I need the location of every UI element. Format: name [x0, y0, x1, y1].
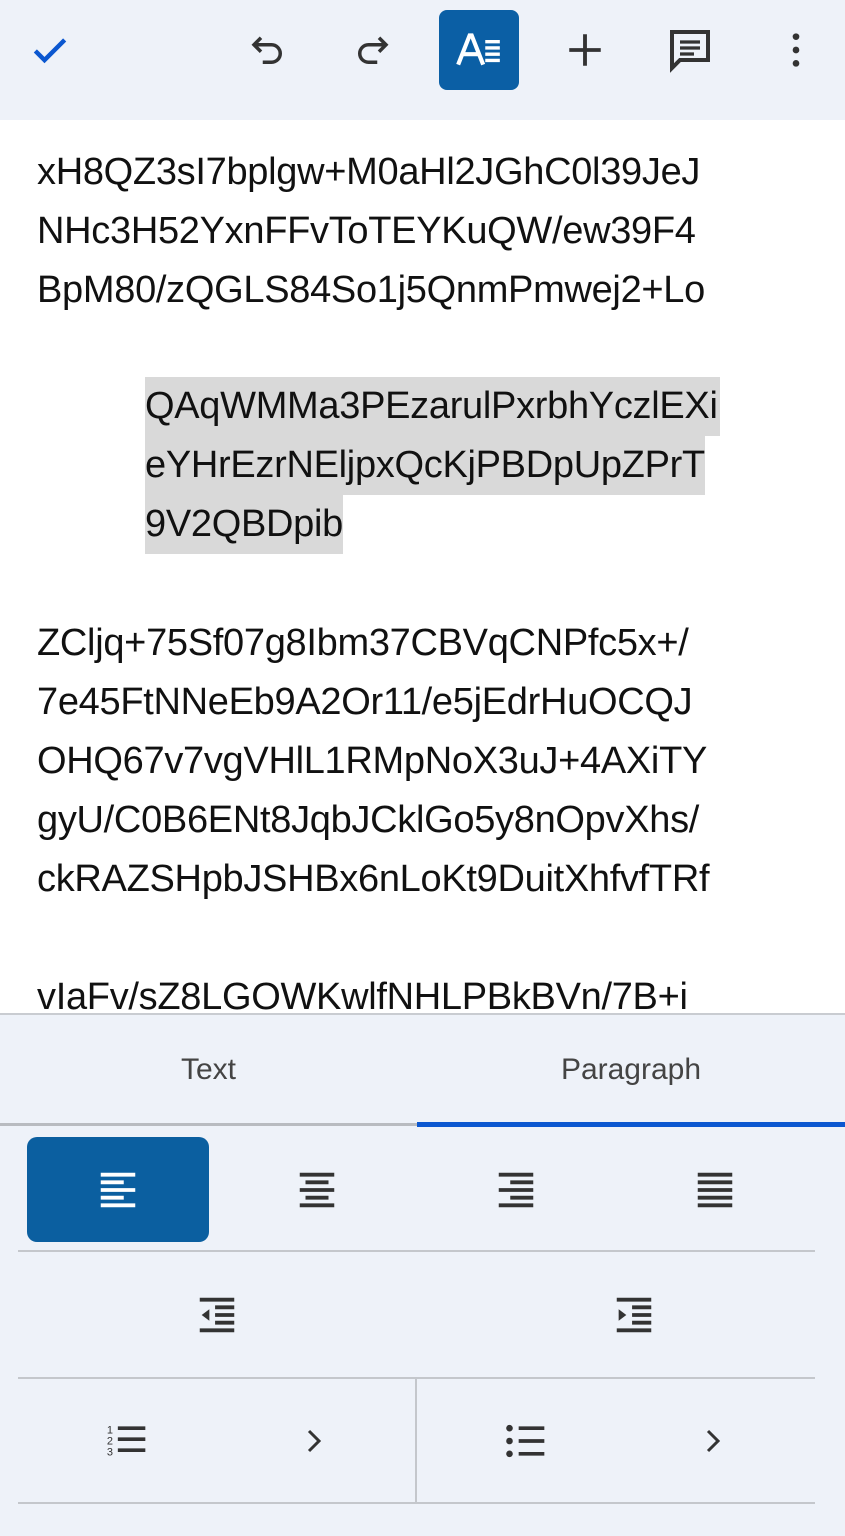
comment-button[interactable]	[650, 10, 730, 90]
svg-text:3: 3	[106, 1447, 112, 1459]
text-line: BpM80/zQGLS84So1j5QnmPmwej2+Lo	[37, 269, 705, 311]
tab-paragraph[interactable]: Paragraph	[417, 1015, 845, 1125]
text-format-button[interactable]	[439, 10, 519, 90]
decrease-indent-icon	[199, 1297, 235, 1333]
selected-text-line: 9V2QBDpib	[145, 495, 343, 554]
insert-button[interactable]	[545, 10, 625, 90]
divider	[18, 1502, 815, 1504]
undo-icon	[251, 36, 282, 64]
chevron-right-icon	[307, 1429, 321, 1453]
bulleted-list-button[interactable]	[417, 1380, 815, 1502]
add-icon	[569, 34, 601, 66]
document-body[interactable]: xH8QZ3sI7bplgw+M0aHl2JGhC0l39JeJ NHc3H52…	[0, 120, 845, 1013]
numbered-list-icon: 123	[106, 1425, 145, 1459]
selected-text-line: eYHrEzrNEljpxQcKjPBDpUpZPrT	[145, 436, 705, 495]
decrease-indent-button[interactable]	[18, 1255, 416, 1375]
chevron-right-icon	[706, 1429, 721, 1453]
formatting-panel: Text Paragraph 123	[0, 1013, 845, 1536]
text-line: NHc3H52YxnFFvToTEYKuQW/ew39F4	[37, 210, 696, 252]
undo-button[interactable]	[228, 10, 308, 90]
align-left-icon	[100, 1172, 136, 1207]
more-vert-icon	[792, 33, 800, 67]
align-left-button[interactable]	[27, 1137, 209, 1242]
tab-text[interactable]: Text	[0, 1015, 417, 1125]
justify-button[interactable]	[624, 1137, 806, 1242]
more-options-button[interactable]	[756, 10, 836, 90]
text-line: OHQ67v7vgVHlL1RMpNoX3uJ+4AXiTY	[37, 740, 708, 782]
top-toolbar	[0, 0, 845, 120]
redo-button[interactable]	[332, 10, 412, 90]
redo-icon	[358, 36, 389, 64]
text-line: xH8QZ3sI7bplgw+M0aHl2JGhC0l39JeJ	[37, 151, 701, 193]
increase-indent-icon	[616, 1297, 652, 1333]
active-tab-indicator	[417, 1122, 845, 1127]
bulleted-list-icon	[506, 1424, 545, 1458]
divider	[18, 1250, 815, 1252]
done-button[interactable]	[10, 10, 90, 90]
align-right-button[interactable]	[425, 1137, 607, 1242]
comment-icon	[670, 30, 710, 73]
align-center-icon	[299, 1172, 335, 1207]
check-icon	[33, 38, 67, 64]
increase-indent-button[interactable]	[435, 1255, 833, 1375]
numbered-list-button[interactable]: 123	[18, 1380, 415, 1502]
align-right-icon	[498, 1172, 534, 1207]
align-justify-icon	[697, 1172, 733, 1207]
text-format-icon	[456, 33, 500, 66]
align-center-button[interactable]	[226, 1137, 408, 1242]
text-line: ZCljq+75Sf07g8Ibm37CBVqCNPfc5x+/	[37, 622, 689, 664]
text-line: 7e45FtNNeEb9A2Or11/e5jEdrHuOCQJ	[37, 681, 693, 723]
text-line: gyU/C0B6ENt8JqbJCklGo5y8nOpvXhs/	[37, 799, 700, 841]
text-line: ckRAZSHpbJSHBx6nLoKt9DuitXhfvfTRf	[37, 858, 710, 900]
selected-text-line: QAqWMMa3PEzarulPxrbhYczlEXi	[145, 377, 720, 436]
text-line: vIaFv/sZ8LGOWKwlfNHLPBkBVn/7B+i	[37, 976, 688, 1013]
tab-divider	[0, 1123, 417, 1126]
